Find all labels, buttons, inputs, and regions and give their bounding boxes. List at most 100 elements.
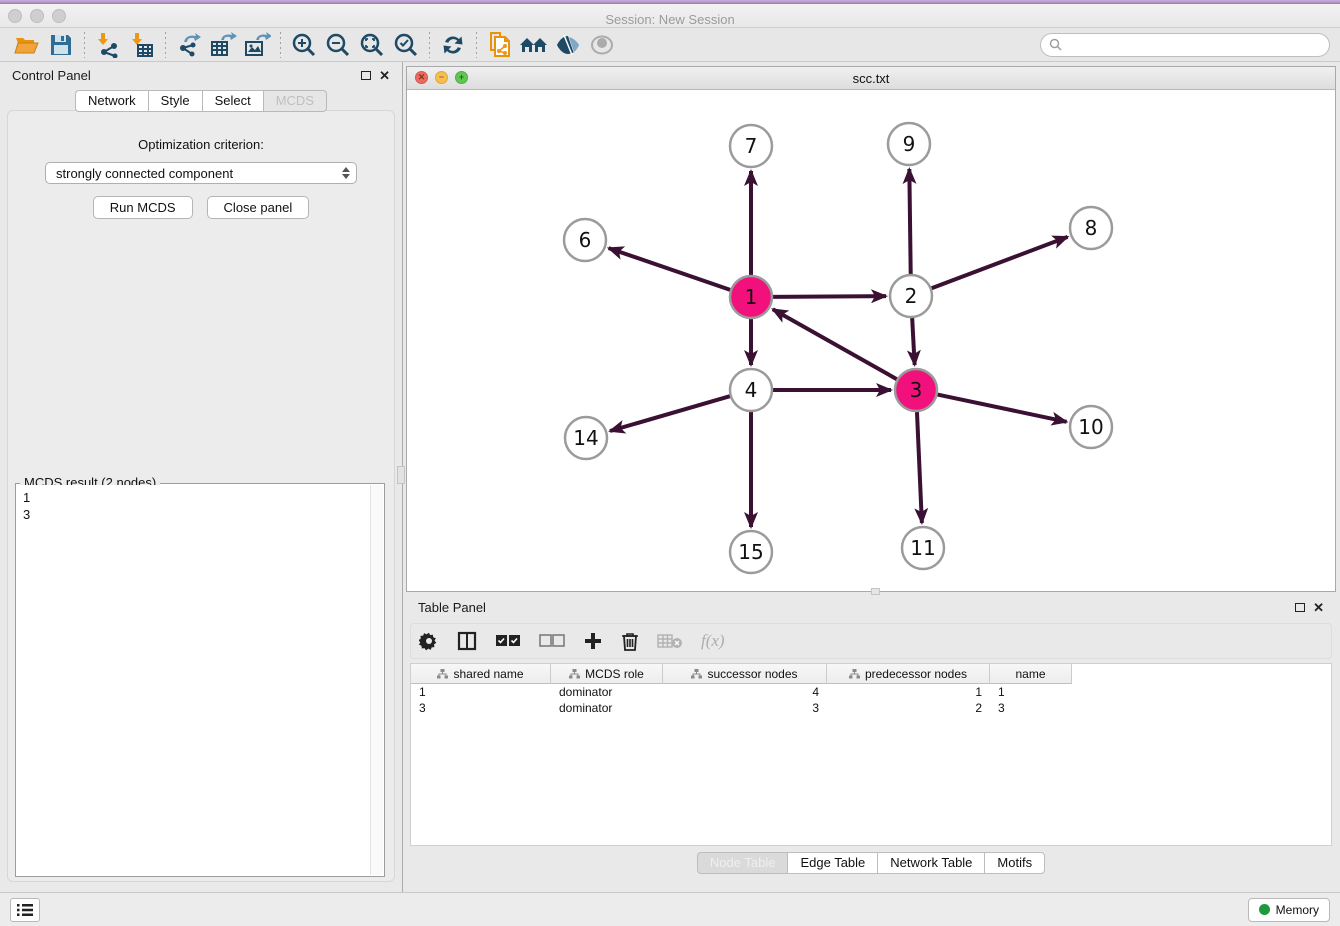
network-maximize-button[interactable]: +: [455, 71, 468, 84]
zoom-in-icon[interactable]: [287, 30, 321, 60]
edge-2-9[interactable]: [909, 169, 910, 274]
optimization-criterion-label: Optimization criterion:: [8, 137, 394, 152]
refresh-icon[interactable]: [436, 30, 470, 60]
tab-network[interactable]: Network: [75, 90, 148, 112]
cell-successor-nodes[interactable]: 4: [663, 685, 827, 699]
node-label-1: 1: [745, 285, 758, 309]
titlebar: Session: New Session: [0, 4, 1340, 28]
edge-1-6[interactable]: [609, 248, 731, 290]
cell-successor-nodes[interactable]: 3: [663, 701, 827, 715]
network-splitter-grip[interactable]: [871, 588, 880, 595]
zoom-fit-icon[interactable]: [355, 30, 389, 60]
table-tabs: Node TableEdge TableNetwork TableMotifs: [406, 852, 1336, 874]
tab-network-table[interactable]: Network Table: [877, 852, 984, 874]
node-label-11: 11: [910, 536, 935, 560]
zoom-selected-icon[interactable]: [389, 30, 423, 60]
table-row[interactable]: 3dominator323: [411, 700, 1331, 716]
control-panel: Control Panel ✕ NetworkStyleSelectMCDS O…: [0, 62, 403, 892]
edge-3-1[interactable]: [773, 309, 897, 379]
network-graph[interactable]: 7968124314101511: [407, 90, 1335, 591]
export-table-icon[interactable]: [206, 30, 240, 60]
delete-table-icon[interactable]: [657, 633, 683, 649]
deselect-all-icon[interactable]: [539, 634, 565, 648]
edge-3-10[interactable]: [938, 395, 1067, 422]
column-layout-icon[interactable]: [457, 631, 477, 651]
cell-name[interactable]: 3: [990, 701, 1072, 715]
cell-shared-name[interactable]: 1: [411, 685, 551, 699]
delete-icon[interactable]: [621, 631, 639, 651]
memory-label: Memory: [1276, 903, 1319, 917]
panel-splitter-grip[interactable]: [397, 466, 405, 484]
mcds-result-text[interactable]: 1 3: [17, 485, 370, 875]
task-history-button[interactable]: [10, 898, 40, 922]
duplicate-network-icon[interactable]: [483, 30, 517, 60]
gear-icon[interactable]: [419, 631, 439, 651]
column-header-predecessor-nodes[interactable]: predecessor nodes: [827, 664, 990, 684]
dropdown-value: strongly connected component: [56, 166, 233, 181]
tab-node-table[interactable]: Node Table: [697, 852, 788, 874]
tab-mcds[interactable]: MCDS: [263, 90, 327, 112]
toolbar-separator: [429, 32, 430, 58]
select-all-icon[interactable]: [495, 634, 521, 648]
network-minimize-button[interactable]: −: [435, 71, 448, 84]
eye-icon[interactable]: [585, 30, 619, 60]
network-view-window: ✕ − + scc.txt 7968124314101511: [406, 66, 1336, 592]
edge-3-11[interactable]: [917, 412, 922, 523]
run-mcds-button[interactable]: Run MCDS: [93, 196, 193, 219]
dropdown-stepper-icon: [342, 167, 350, 179]
memory-button[interactable]: Memory: [1248, 898, 1330, 922]
tab-style[interactable]: Style: [148, 90, 202, 112]
network-canvas[interactable]: 7968124314101511: [407, 90, 1335, 591]
result-scrollbar[interactable]: [370, 485, 383, 875]
column-header-shared-name[interactable]: shared name: [411, 664, 551, 684]
float-table-panel-icon[interactable]: [1295, 603, 1305, 612]
cell-MCDS-role[interactable]: dominator: [551, 701, 663, 715]
cell-predecessor-nodes[interactable]: 2: [827, 701, 990, 715]
cell-shared-name[interactable]: 3: [411, 701, 551, 715]
close-panel-button[interactable]: Close panel: [207, 196, 310, 219]
toolbar-separator: [165, 32, 166, 58]
column-header-successor-nodes[interactable]: successor nodes: [663, 664, 827, 684]
tab-motifs[interactable]: Motifs: [984, 852, 1045, 874]
node-label-7: 7: [745, 134, 758, 158]
tab-edge-table[interactable]: Edge Table: [787, 852, 877, 874]
close-panel-icon[interactable]: ✕: [379, 69, 390, 82]
node-table[interactable]: shared nameMCDS rolesuccessor nodesprede…: [410, 663, 1332, 846]
table-toolbar: f(x): [410, 623, 1332, 659]
node-label-8: 8: [1085, 216, 1098, 240]
export-image-icon[interactable]: [240, 30, 274, 60]
edge-4-14[interactable]: [610, 396, 730, 431]
control-panel-tabs: NetworkStyleSelectMCDS: [0, 90, 402, 112]
table-row[interactable]: 1dominator411: [411, 684, 1331, 700]
search-icon: [1049, 38, 1062, 51]
close-table-panel-icon[interactable]: ✕: [1313, 601, 1324, 614]
edge-1-2[interactable]: [773, 296, 886, 297]
network-window-title: scc.txt: [407, 67, 1335, 90]
optimization-criterion-dropdown[interactable]: strongly connected component: [45, 162, 357, 184]
search-input[interactable]: [1067, 38, 1321, 52]
edge-2-8[interactable]: [932, 237, 1068, 288]
network-close-button[interactable]: ✕: [415, 71, 428, 84]
style-preview-icon[interactable]: [551, 30, 585, 60]
float-panel-icon[interactable]: [361, 71, 371, 80]
cell-name[interactable]: 1: [990, 685, 1072, 699]
add-icon[interactable]: [583, 631, 603, 651]
home-icon[interactable]: [517, 30, 551, 60]
table-panel: Table Panel ✕ f(x) shared nameMCDS roles…: [406, 595, 1336, 886]
network-window-titlebar[interactable]: ✕ − + scc.txt: [407, 67, 1335, 90]
import-network-icon[interactable]: [91, 30, 125, 60]
main-toolbar: [0, 28, 1340, 62]
export-network-icon[interactable]: [172, 30, 206, 60]
cell-predecessor-nodes[interactable]: 1: [827, 685, 990, 699]
column-header-name[interactable]: name: [990, 664, 1072, 684]
import-table-icon[interactable]: [125, 30, 159, 60]
column-header-MCDS-role[interactable]: MCDS role: [551, 664, 663, 684]
function-icon[interactable]: f(x): [701, 631, 725, 651]
open-file-icon[interactable]: [10, 30, 44, 60]
tab-select[interactable]: Select: [202, 90, 263, 112]
cell-MCDS-role[interactable]: dominator: [551, 685, 663, 699]
edge-2-3[interactable]: [912, 318, 915, 365]
save-session-icon[interactable]: [44, 30, 78, 60]
zoom-out-icon[interactable]: [321, 30, 355, 60]
search-field[interactable]: [1040, 33, 1330, 57]
